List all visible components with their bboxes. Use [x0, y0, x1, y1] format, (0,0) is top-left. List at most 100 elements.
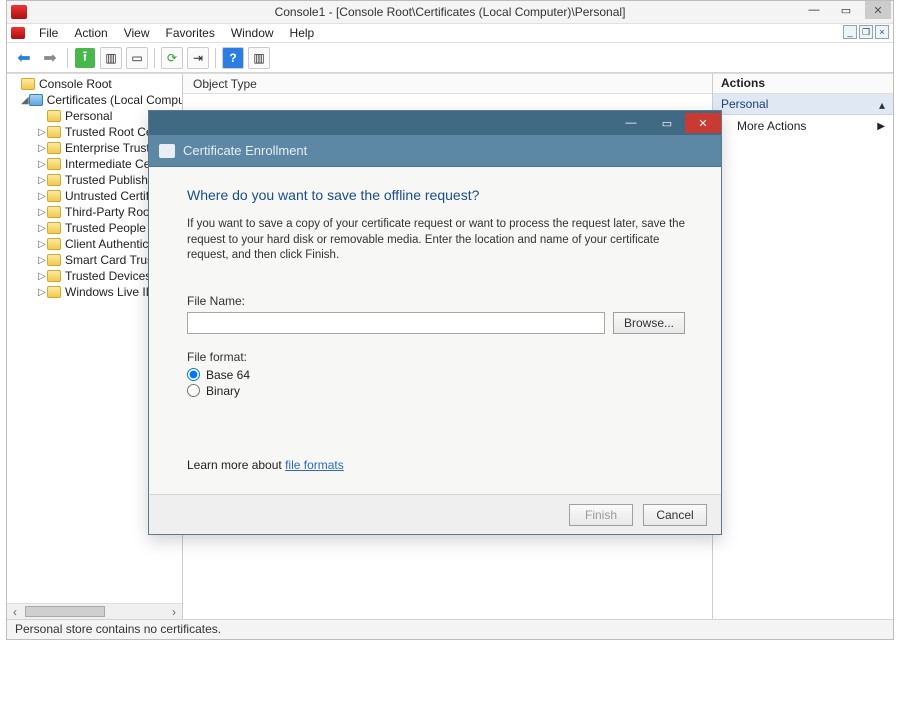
filename-input[interactable]: [187, 312, 605, 334]
mmc-doc-icon: [11, 27, 25, 39]
mdi-restore-button[interactable]: ❐: [859, 25, 873, 39]
toolbar-up-icon[interactable]: ⭱: [74, 47, 96, 69]
nav-forward-button[interactable]: ➡: [39, 47, 61, 69]
actions-pane: Actions Personal ▴ More Actions ▶: [713, 74, 893, 619]
tree-item-label: Enterprise Trust: [65, 141, 150, 155]
dialog-heading: Where do you want to save the offline re…: [187, 187, 691, 203]
radio-base64[interactable]: Base 64: [187, 368, 691, 382]
folder-icon: [47, 190, 61, 202]
toolbar-help-button[interactable]: ?: [222, 47, 244, 69]
expand-icon[interactable]: ▷: [37, 143, 47, 154]
folder-icon: [47, 110, 61, 122]
toolbar-properties-button[interactable]: ▭: [126, 47, 148, 69]
expand-icon[interactable]: ▷: [37, 159, 47, 170]
toolbar-refresh-button[interactable]: ⟳: [161, 47, 183, 69]
menu-window[interactable]: Window: [223, 23, 282, 43]
dialog-body: Where do you want to save the offline re…: [149, 167, 721, 494]
mdi-minimize-button[interactable]: _: [843, 25, 857, 39]
tree-item-label: Personal: [65, 109, 112, 123]
menu-help[interactable]: Help: [282, 23, 323, 43]
tree-certificates-label: Certificates (Local Compute: [47, 93, 183, 107]
folder-icon: [47, 174, 61, 186]
actions-more-label: More Actions: [737, 119, 806, 133]
finish-button[interactable]: Finish: [569, 504, 633, 526]
status-bar: Personal store contains no certificates.: [7, 619, 893, 639]
nav-back-button[interactable]: ⬅: [13, 47, 35, 69]
learn-more-prefix: Learn more about: [187, 458, 285, 472]
expand-icon[interactable]: ▷: [37, 271, 47, 282]
toolbar: ⬅ ➡ ⭱ ▥ ▭ ⟳ ⇥ ? ▥: [7, 43, 893, 73]
learn-more-link[interactable]: file formats: [285, 458, 344, 472]
toolbar-export-button[interactable]: ⇥: [187, 47, 209, 69]
menu-bar: File Action View Favorites Window Help _…: [7, 23, 893, 43]
radio-base64-input[interactable]: [187, 368, 200, 381]
dialog-titlebar[interactable]: — ▭ ✕: [149, 111, 721, 135]
scroll-left-icon[interactable]: ‹: [7, 604, 23, 619]
dialog-header: Certificate Enrollment: [149, 135, 721, 167]
toolbar-certs-button[interactable]: ▥: [248, 47, 270, 69]
tree-item-label: Trusted People: [65, 221, 146, 235]
folder-icon: [47, 206, 61, 218]
actions-more[interactable]: More Actions ▶: [713, 115, 893, 137]
expand-icon[interactable]: ▷: [37, 287, 47, 298]
tree-item-label: Trusted Devices: [65, 269, 151, 283]
chevron-right-icon: ▶: [877, 121, 885, 132]
dialog-header-text: Certificate Enrollment: [183, 143, 307, 158]
maximize-button[interactable]: ▭: [833, 1, 859, 19]
radio-binary-label: Binary: [206, 384, 240, 398]
cancel-button[interactable]: Cancel: [643, 504, 707, 526]
tree-item-label: Trusted Publishe: [65, 173, 155, 187]
tree-root[interactable]: Console Root: [7, 76, 182, 92]
mmc-titlebar[interactable]: Console1 - [Console Root\Certificates (L…: [7, 1, 893, 23]
folder-icon: [47, 142, 61, 154]
browse-button[interactable]: Browse...: [613, 312, 685, 334]
scroll-right-icon[interactable]: ›: [166, 604, 182, 619]
tree-item-label: Smart Card Trust: [65, 253, 156, 267]
collapse-icon[interactable]: ◢: [21, 95, 29, 106]
scroll-thumb[interactable]: [25, 606, 105, 617]
tree-certificates[interactable]: ◢ Certificates (Local Compute: [7, 92, 182, 108]
toolbar-separator: [154, 48, 155, 68]
tree-h-scrollbar[interactable]: ‹ ›: [7, 603, 182, 619]
menu-favorites[interactable]: Favorites: [158, 23, 223, 43]
dialog-maximize-button[interactable]: ▭: [649, 113, 685, 133]
folder-icon: [47, 254, 61, 266]
radio-binary[interactable]: Binary: [187, 384, 691, 398]
actions-title: Actions: [713, 74, 893, 94]
folder-icon: [47, 222, 61, 234]
tree-item-label: Intermediate Cer: [65, 157, 154, 171]
dialog-footer: Finish Cancel: [149, 494, 721, 534]
tree-item-label: Trusted Root Ce: [65, 125, 153, 139]
expand-icon[interactable]: ▷: [37, 239, 47, 250]
collapse-up-icon[interactable]: ▴: [879, 98, 885, 112]
filename-label: File Name:: [187, 294, 691, 308]
status-text: Personal store contains no certificates.: [15, 622, 221, 636]
tree-item-label: Untrusted Certifi: [65, 189, 152, 203]
menu-view[interactable]: View: [116, 23, 158, 43]
toolbar-showhide-button[interactable]: ▥: [100, 47, 122, 69]
expand-icon[interactable]: ▷: [37, 191, 47, 202]
close-button[interactable]: ✕: [865, 1, 891, 19]
menu-file[interactable]: File: [31, 23, 66, 43]
expand-icon[interactable]: ▷: [37, 223, 47, 234]
window-title: Console1 - [Console Root\Certificates (L…: [7, 5, 893, 19]
folder-icon: [47, 126, 61, 138]
tree-item-label: Third-Party Root: [65, 205, 153, 219]
mdi-close-button[interactable]: ×: [875, 25, 889, 39]
expand-icon[interactable]: ▷: [37, 175, 47, 186]
minimize-button[interactable]: —: [801, 1, 827, 19]
expand-icon[interactable]: ▷: [37, 207, 47, 218]
expand-icon[interactable]: ▷: [37, 255, 47, 266]
radio-binary-input[interactable]: [187, 384, 200, 397]
list-column-header[interactable]: Object Type: [183, 74, 712, 94]
folder-icon: [47, 238, 61, 250]
tree-item-label: Client Authentic: [65, 237, 148, 251]
expand-icon[interactable]: ▷: [37, 127, 47, 138]
folder-icon: [21, 78, 35, 90]
dialog-minimize-button[interactable]: —: [613, 113, 649, 133]
menu-action[interactable]: Action: [66, 23, 115, 43]
folder-icon: [47, 270, 61, 282]
dialog-close-button[interactable]: ✕: [685, 113, 721, 133]
actions-section-personal[interactable]: Personal ▴: [713, 94, 893, 115]
mmc-app-icon: [11, 5, 27, 19]
